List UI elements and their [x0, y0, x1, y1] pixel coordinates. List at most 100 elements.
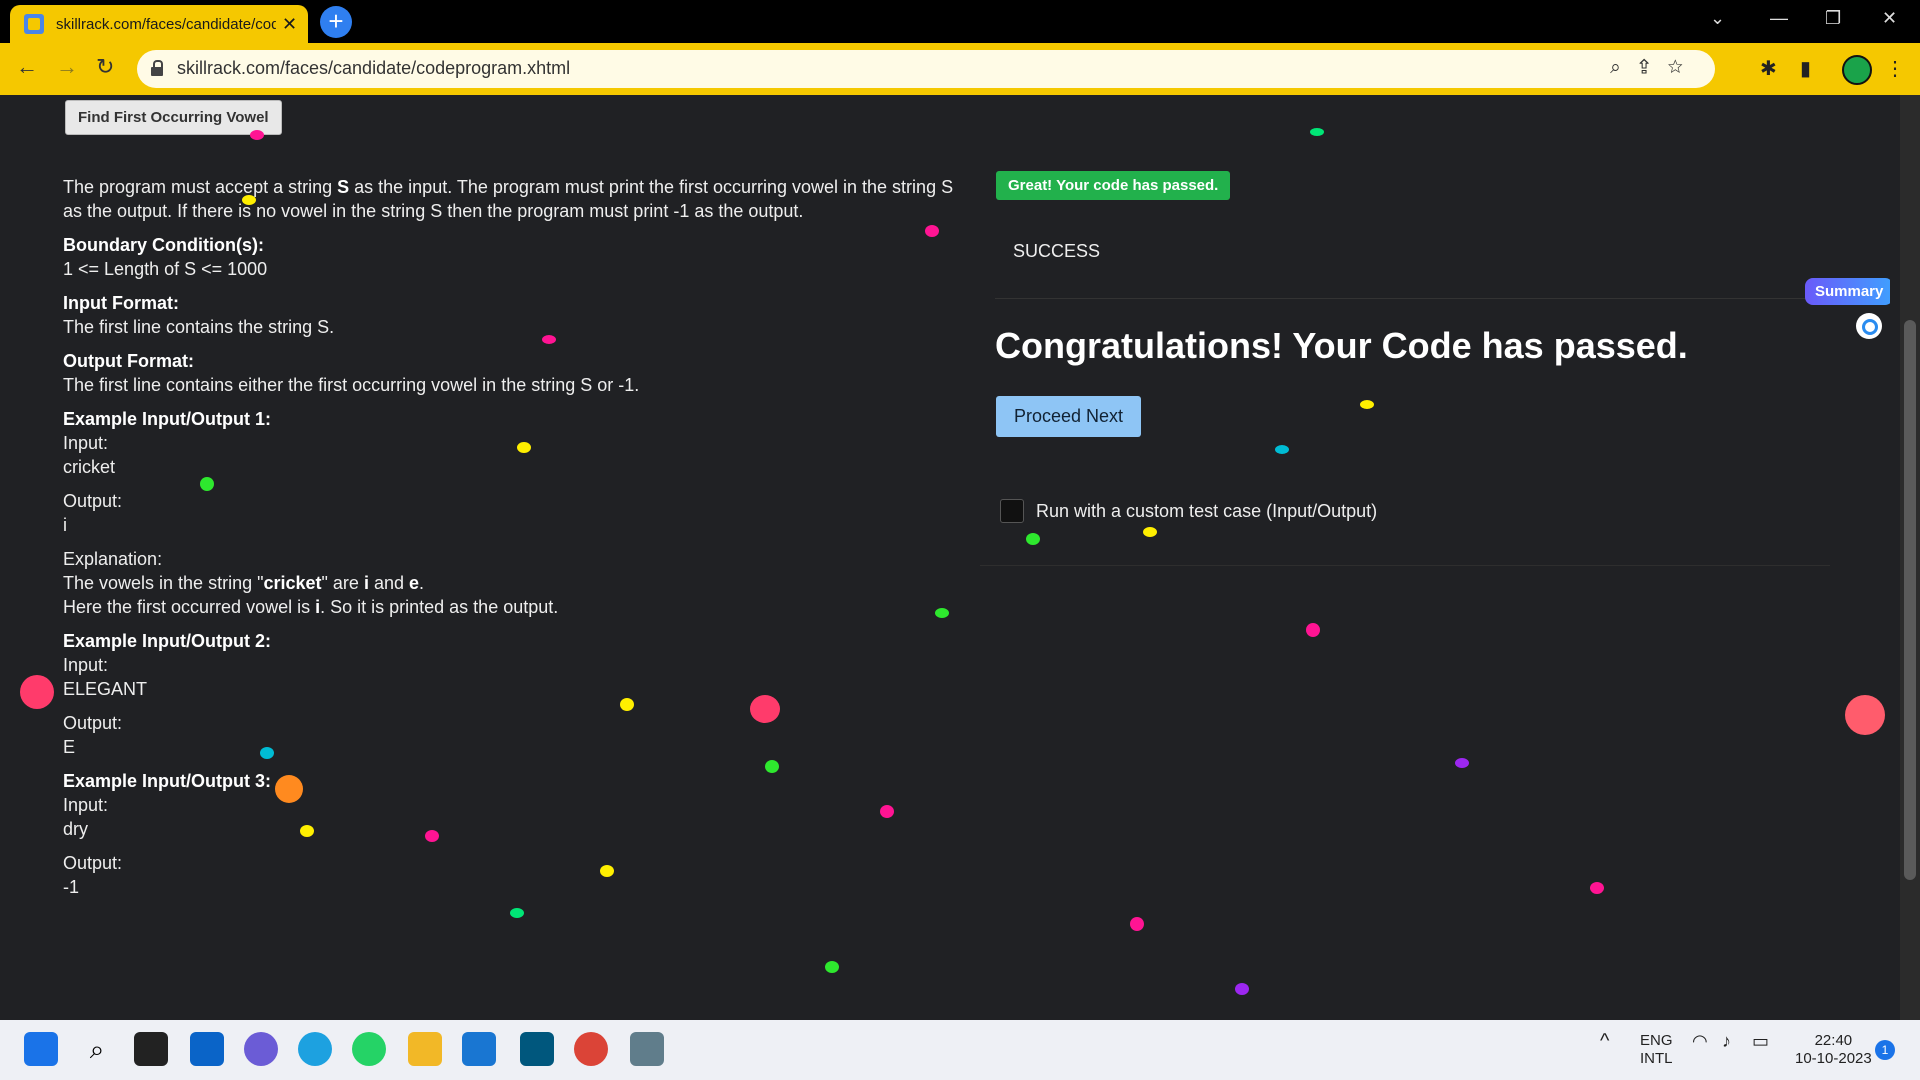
page-content: Find First Occurring Vowel The program m… [10, 95, 1890, 1020]
scrollbar-thumb[interactable] [1904, 320, 1916, 880]
confetti-cluster [1845, 695, 1885, 735]
start-icon[interactable] [24, 1032, 58, 1066]
tray-chevron-icon[interactable]: ^ [1600, 1031, 1609, 1051]
file-explorer-icon[interactable] [408, 1032, 442, 1066]
calculator-icon[interactable] [630, 1032, 664, 1066]
confetti-dot [1143, 527, 1157, 537]
widgets-icon[interactable] [190, 1032, 224, 1066]
passed-badge: Great! Your code has passed. [996, 171, 1231, 200]
confetti-dot [250, 130, 264, 140]
menu-kebab-icon[interactable]: ⋮ [1885, 56, 1905, 81]
volume-icon[interactable]: ♪ [1722, 1032, 1731, 1050]
confetti-dot [1235, 983, 1249, 995]
summary-assistant-icon[interactable] [1856, 313, 1882, 339]
confetti-dot [600, 865, 614, 877]
custom-test-checkbox[interactable] [1000, 499, 1024, 523]
address-bar[interactable]: skillrack.com/faces/candidate/codeprogra… [137, 50, 1715, 88]
confetti-dot [200, 477, 214, 491]
result-status: SUCCESS [1013, 241, 1101, 261]
tab-close-icon[interactable]: ✕ [282, 14, 297, 35]
browser-tab[interactable]: skillrack.com/faces/candidate/codeprogra… [10, 5, 308, 43]
notification-badge[interactable]: 1 [1875, 1040, 1895, 1060]
store-icon[interactable] [462, 1032, 496, 1066]
new-tab-button[interactable]: + [320, 6, 352, 38]
restore-button[interactable]: ❐ [1825, 8, 1841, 29]
confetti-dot [425, 830, 439, 842]
task-view-icon[interactable] [134, 1032, 168, 1066]
summary-button[interactable]: Summary [1805, 278, 1890, 305]
clock[interactable]: 22:40 10-10-2023 [1795, 1032, 1872, 1068]
page-scrollbar[interactable] [1900, 95, 1920, 1020]
confetti-dot [880, 805, 894, 818]
site-favicon-icon [24, 14, 44, 34]
confetti-dot [300, 825, 314, 837]
explanation: Explanation: The vowels in the string "cr… [63, 549, 559, 617]
teams-chat-icon[interactable] [244, 1032, 278, 1066]
congrats-heading: Congratulations! Your Code has passed. [995, 325, 1688, 366]
example-2-output: Output: E [63, 713, 123, 757]
confetti-dot [510, 908, 524, 918]
section-divider [980, 565, 1830, 566]
output-format-section: Output Format: The first line contains ei… [63, 351, 640, 395]
tab-search-icon[interactable]: ⌄ [1710, 8, 1725, 29]
confetti-dot [1455, 758, 1469, 768]
confetti-heart [750, 695, 780, 723]
problem-description: The program must accept a string S as th… [63, 177, 954, 221]
confetti-dot [1306, 623, 1320, 637]
confetti-dot [765, 760, 779, 773]
boundary-section: Boundary Condition(s): 1 <= Length of S <… [63, 235, 268, 279]
confetti-dot [1275, 445, 1289, 454]
problem-statement: The program must accept a string S as th… [63, 175, 963, 909]
dell-icon[interactable] [520, 1032, 554, 1066]
profile-avatar[interactable] [1842, 55, 1872, 85]
title-bar: skillrack.com/faces/candidate/codeprogra… [0, 0, 1920, 43]
custom-test-label[interactable]: Run with a custom test case (Input/Outpu… [1036, 501, 1377, 522]
example-2: Example Input/Output 2: Input: ELEGANT [63, 631, 272, 699]
close-window-button[interactable]: ✕ [1882, 8, 1897, 29]
result-divider [995, 298, 1815, 299]
input-format-section: Input Format: The first line contains the… [63, 293, 335, 337]
url-text[interactable]: skillrack.com/faces/candidate/codeprogra… [177, 58, 570, 79]
custom-test-row[interactable]: Run with a custom test case (Input/Outpu… [1000, 499, 1377, 523]
lock-icon[interactable] [151, 60, 163, 76]
forward-arrow-icon[interactable]: → [56, 54, 78, 80]
wifi-icon[interactable]: ◠ [1692, 1032, 1708, 1050]
example-3: Example Input/Output 3: Input: dry [63, 771, 272, 839]
confetti-dot [1310, 128, 1324, 136]
confetti-dot [925, 225, 939, 237]
confetti-dot [1360, 400, 1374, 409]
confetti-heart [20, 675, 54, 709]
search-icon[interactable]: ⌕ [80, 1032, 114, 1066]
bookmark-star-icon[interactable]: ☆ [1667, 57, 1701, 78]
edge-icon[interactable] [298, 1032, 332, 1066]
extensions-puzzle-icon[interactable]: ✱ [1760, 56, 1777, 81]
windows-taskbar: ⌕ ^ ENG INTL ◠ ♪ ▭ 22:40 10-10-2023 1 [0, 1020, 1920, 1080]
confetti-dot [260, 747, 274, 759]
minimize-button[interactable]: — [1770, 8, 1788, 29]
zoom-icon[interactable]: ⌕ [1610, 57, 1639, 78]
browser-toolbar: ← → ↻ skillrack.com/faces/candidate/code… [0, 43, 1920, 95]
language-indicator[interactable]: ENG INTL [1640, 1032, 1673, 1068]
share-icon[interactable]: ⇪ [1639, 57, 1668, 78]
back-arrow-icon[interactable]: ← [16, 54, 38, 80]
example-1: Example Input/Output 1: Input: cricket [63, 409, 272, 477]
chrome-icon[interactable] [574, 1032, 608, 1066]
confetti-dot [1590, 882, 1604, 894]
confetti-dot [542, 335, 556, 344]
confetti-dot [517, 442, 531, 453]
example-3-output: Output: -1 [63, 853, 123, 897]
confetti-dot [620, 698, 634, 711]
tab-title: skillrack.com/faces/candidate/codeprogra… [56, 15, 276, 33]
problem-title-button[interactable]: Find First Occurring Vowel [65, 100, 282, 135]
side-panel-icon[interactable]: ▮ [1800, 56, 1811, 81]
battery-icon[interactable]: ▭ [1752, 1032, 1769, 1050]
confetti-dot [825, 961, 839, 973]
whatsapp-icon[interactable] [352, 1032, 386, 1066]
confetti-dot [1130, 917, 1144, 931]
example-1-output: Output: i [63, 491, 123, 535]
proceed-next-button[interactable]: Proceed Next [996, 396, 1142, 437]
confetti-dot [935, 608, 949, 618]
confetti-dot [242, 195, 256, 205]
reload-icon[interactable]: ↻ [96, 54, 114, 80]
confetti-dot [1026, 533, 1040, 545]
